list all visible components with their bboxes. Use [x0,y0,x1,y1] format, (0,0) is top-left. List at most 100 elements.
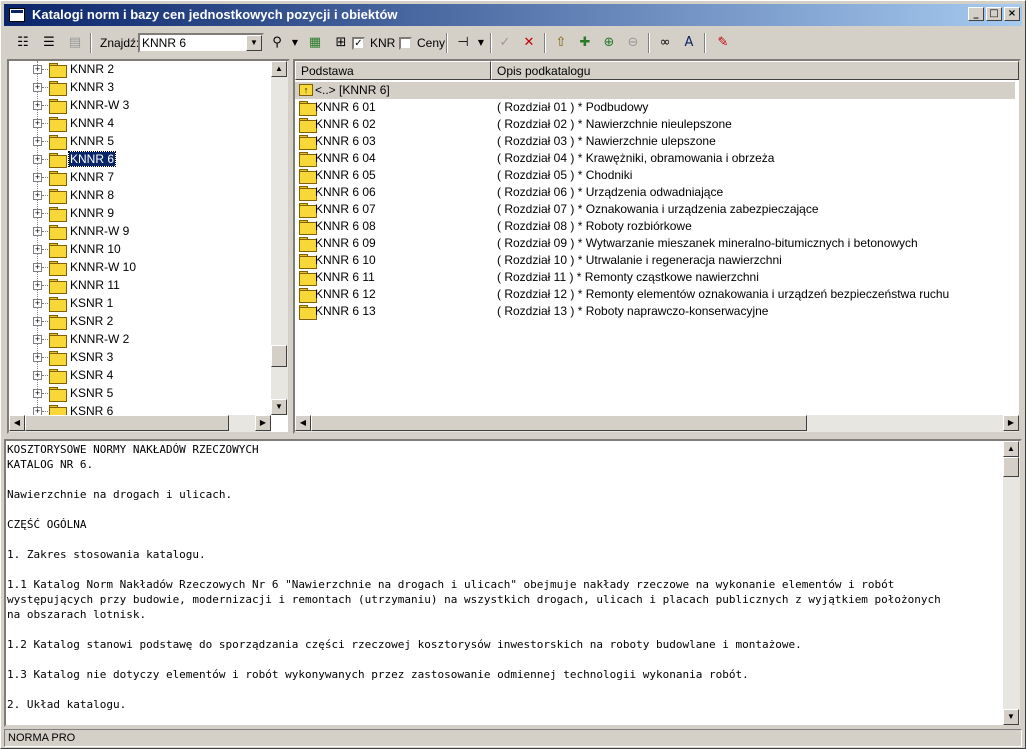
scroll-thumb[interactable] [1003,457,1019,477]
add-row-icon[interactable]: ⊕ [600,34,618,52]
expand-icon[interactable]: + [33,65,42,74]
expand-icon[interactable]: + [33,353,42,362]
scroll-down-icon[interactable]: ▼ [271,399,287,415]
tree-item[interactable]: + KNNR 8 [9,187,279,205]
description-vertical-scrollbar[interactable]: ▲ ▼ [1003,441,1020,725]
check-icon[interactable]: ✓ [496,34,514,52]
expand-icon[interactable]: + [33,299,42,308]
list-row[interactable]: KNNR 6 06 ( Rozdział 06 ) * Urządzenia od… [295,184,1015,201]
tree-item[interactable]: + KNNR 2 [9,61,279,79]
expand-icon[interactable]: + [33,281,42,290]
close-button[interactable]: × [1004,7,1020,21]
list-horizontal-scrollbar[interactable]: ◀ ▶ [295,415,1019,432]
expand-icon[interactable]: + [33,101,42,110]
tree-item[interactable]: + KSNR 4 [9,367,279,385]
expand-icon[interactable]: + [33,245,42,254]
tree-item[interactable]: + KNNR 7 [9,169,279,187]
expand-icon[interactable]: + [33,83,42,92]
catalog-description[interactable]: KOSZTORYSOWE NORMY NAKŁADÓW RZECZOWYCH KA… [4,439,1022,727]
tree-item[interactable]: + KNNR 10 [9,241,279,259]
tree-horizontal-scrollbar[interactable]: ◀ ▶ [9,415,271,432]
scroll-up-icon[interactable]: ▲ [271,61,287,77]
expand-icon[interactable]: + [33,335,42,344]
list-row[interactable]: KNNR 6 09 ( Rozdział 09 ) * Wytwarzanie m… [295,235,1015,252]
folder-up-icon[interactable]: ⇧ [552,34,570,52]
list-row[interactable]: KNNR 6 04 ( Rozdział 04 ) * Krawężniki, o… [295,150,1015,167]
tree-item[interactable]: + KNNR 5 [9,133,279,151]
tree-item[interactable]: + KNNR-W 2 [9,331,279,349]
tree-item[interactable]: + KNNR 6 [9,151,279,169]
tree-item[interactable]: + KNNR 3 [9,79,279,97]
maximize-button[interactable]: □ [986,7,1002,21]
find-input[interactable] [142,36,246,50]
chevron-down-icon[interactable]: ▼ [286,34,304,52]
chevron-down-icon[interactable]: ▼ [472,34,490,52]
tree-item[interactable]: + KSNR 1 [9,295,279,313]
expand-icon[interactable]: + [33,209,42,218]
glasses-icon[interactable]: ∞ [656,34,674,52]
list-row[interactable]: KNNR 6 12 ( Rozdział 12 ) * Remonty eleme… [295,286,1015,303]
minimize-button[interactable]: _ [968,7,984,21]
list-row[interactable]: KNNR 6 07 ( Rozdział 07 ) * Oznakowania i… [295,201,1015,218]
expand-icon[interactable]: + [33,119,42,128]
catalog-tree[interactable]: + KNNR 2 + KNNR 3 + KNNR-W 3 + KNNR 4 + KNNR 5 + KN… [7,59,290,434]
list-row[interactable]: KNNR 6 11 ( Rozdział 11 ) * Remonty cząst… [295,269,1015,286]
binoculars-icon[interactable]: ⚲ [268,34,286,52]
expand-icon[interactable]: + [33,155,42,164]
list-row[interactable]: KNNR 6 08 ( Rozdział 08 ) * Roboty rozbió… [295,218,1015,235]
scroll-thumb[interactable] [271,345,287,367]
edit-icon[interactable]: ✎ [714,34,732,52]
tree-item[interactable]: + KNNR 9 [9,205,279,223]
tree-item[interactable]: + KNNR 4 [9,115,279,133]
list-row[interactable]: KNNR 6 03 ( Rozdział 03 ) * Nawierzchnie … [295,133,1015,150]
ceny-checkbox[interactable] [399,37,412,50]
pin-icon[interactable]: ⊣ [454,34,472,52]
expand-icon[interactable]: + [33,263,42,272]
tree-item[interactable]: + KNNR-W 10 [9,259,279,277]
expand-icon[interactable]: + [33,191,42,200]
expand-icon[interactable]: + [33,227,42,236]
tree-item[interactable]: + KSNR 2 [9,313,279,331]
scroll-thumb[interactable] [311,415,807,431]
expand-icon[interactable]: + [33,137,42,146]
list-row[interactable]: KNNR 6 05 ( Rozdział 05 ) * Chodniki [295,167,1015,184]
list-row[interactable]: KNNR 6 13 ( Rozdział 13 ) * Roboty napraw… [295,303,1015,320]
chevron-down-icon[interactable]: ▼ [246,35,262,51]
add-item-icon[interactable]: ✚ [576,34,594,52]
tree-item[interactable]: + KSNR 5 [9,385,279,403]
scroll-up-icon[interactable]: ▲ [1003,441,1019,457]
scroll-left-icon[interactable]: ◀ [9,415,25,431]
list-row-up[interactable]: ↑ <..> [KNNR 6] [295,82,1015,99]
column-header-opis[interactable]: Opis podkatalogu [491,61,1019,80]
tree-item[interactable]: + KSNR 3 [9,349,279,367]
knr-checkbox[interactable]: ✓ [352,37,365,50]
scroll-thumb[interactable] [25,415,229,431]
grid-icon[interactable]: ⊞ [332,34,350,52]
list-row[interactable]: KNNR 6 01 ( Rozdział 01 ) * Podbudowy [295,99,1015,116]
tree-item[interactable]: + KNNR-W 9 [9,223,279,241]
find-combobox[interactable]: ▼ [138,33,264,53]
detail-view-icon[interactable]: ▤ [66,34,84,52]
remove-row-icon[interactable]: ⊖ [624,34,642,52]
subcatalog-list[interactable]: Podstawa Opis podkatalogu ↑ <..> [KNNR 6… [293,59,1021,434]
tree-view-icon[interactable]: ☷ [14,34,32,52]
expand-icon[interactable]: + [33,317,42,326]
font-icon[interactable]: A [680,34,698,52]
scroll-right-icon[interactable]: ▶ [1003,415,1019,431]
list-row[interactable]: KNNR 6 02 ( Rozdział 02 ) * Nawierzchnie … [295,116,1015,133]
title-bar[interactable]: Katalogi norm i bazy cen jednostkowych p… [4,4,1022,26]
scroll-left-icon[interactable]: ◀ [295,415,311,431]
list-row[interactable]: KNNR 6 10 ( Rozdział 10 ) * Utrwalanie i … [295,252,1015,269]
cancel-icon[interactable]: ✕ [520,34,538,52]
scroll-down-icon[interactable]: ▼ [1003,709,1019,725]
tree-item[interactable]: + KNNR 11 [9,277,279,295]
column-header-podstawa[interactable]: Podstawa [295,61,491,80]
tree-vertical-scrollbar[interactable]: ▲ ▼ [271,61,288,415]
catalog-icon[interactable]: ▦ [306,34,324,52]
expand-icon[interactable]: + [33,389,42,398]
list-view-icon[interactable]: ☰ [40,34,58,52]
scroll-right-icon[interactable]: ▶ [255,415,271,431]
expand-icon[interactable]: + [33,371,42,380]
expand-icon[interactable]: + [33,173,42,182]
tree-item[interactable]: + KNNR-W 3 [9,97,279,115]
